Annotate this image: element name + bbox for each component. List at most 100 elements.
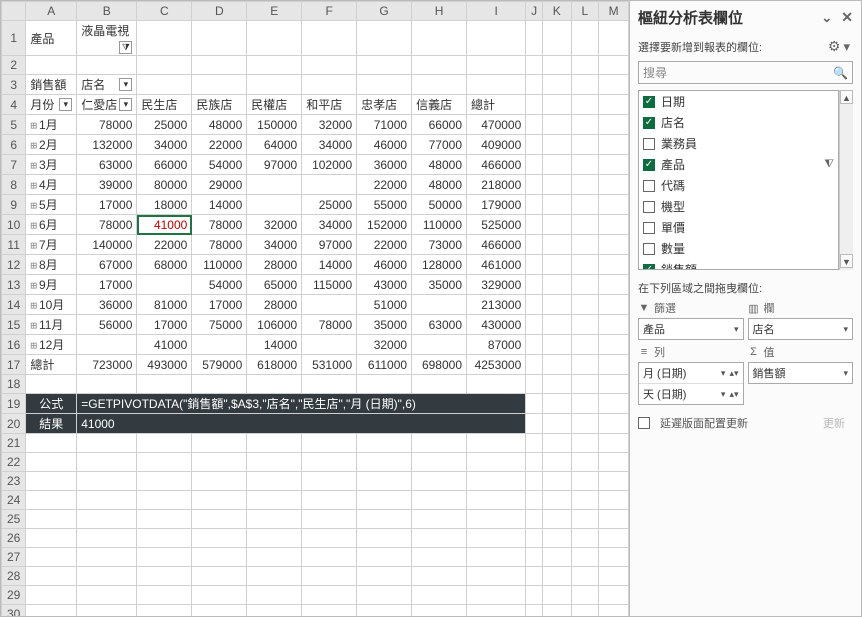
data-cell[interactable]: 18000 [137,195,192,215]
cell[interactable] [571,605,599,617]
cell[interactable] [571,75,599,95]
row-header[interactable]: 21 [2,434,26,453]
cell[interactable] [543,175,571,195]
data-cell[interactable]: 29000 [192,175,247,195]
cell[interactable] [137,586,192,605]
cell[interactable] [599,115,629,135]
row-header[interactable]: 30 [2,605,26,617]
column-label-cell[interactable]: 總計 [467,95,526,115]
cell[interactable] [599,605,629,617]
data-cell[interactable]: 22000 [357,175,412,195]
row-header[interactable]: 4 [2,95,26,115]
cell[interactable] [526,95,543,115]
field-checkbox[interactable]: ✓ [643,96,655,108]
cell[interactable] [26,529,77,548]
cell[interactable] [526,315,543,335]
cell[interactable] [543,295,571,315]
column-header[interactable]: G [357,2,412,21]
column-header[interactable]: H [412,2,467,21]
cell[interactable] [77,567,137,586]
field-item[interactable]: ✓ 店名 [639,112,838,133]
cell[interactable] [526,21,543,56]
data-cell[interactable]: 14000 [302,255,357,275]
pill-reorder-icon[interactable]: ▴▾ [729,368,738,379]
cell[interactable] [543,491,571,510]
cell[interactable] [543,472,571,491]
cell[interactable] [526,605,543,617]
cell[interactable] [26,605,77,617]
cell[interactable] [571,135,599,155]
column-header[interactable]: E [247,2,302,21]
cell[interactable] [302,586,357,605]
cell[interactable] [302,472,357,491]
cell[interactable] [543,56,571,75]
row-header[interactable]: 11 [2,235,26,255]
data-cell[interactable]: 25000 [137,115,192,135]
values-drop-zone[interactable]: 銷售額▾ [748,362,854,384]
column-label-cell[interactable]: 民族店 [192,95,247,115]
cell[interactable] [543,315,571,335]
data-cell[interactable]: 78000 [77,215,137,235]
cell[interactable] [192,548,247,567]
cell[interactable] [357,56,412,75]
cell[interactable] [247,567,302,586]
row-header[interactable]: 3 [2,75,26,95]
cell[interactable] [137,75,192,95]
cell[interactable] [412,548,467,567]
cell[interactable] [571,355,599,375]
close-icon[interactable]: ✕ [841,9,853,26]
cell[interactable] [543,453,571,472]
data-cell[interactable]: 43000 [357,275,412,295]
cell[interactable] [192,375,247,394]
data-cell[interactable] [302,175,357,195]
cell[interactable] [599,315,629,335]
column-header[interactable]: M [599,2,629,21]
cell[interactable] [247,586,302,605]
cell[interactable] [526,355,543,375]
cell[interactable] [526,195,543,215]
cell[interactable] [599,529,629,548]
gear-icon[interactable]: ⚙ [828,38,841,55]
cell[interactable] [137,605,192,617]
data-cell[interactable]: 73000 [412,235,467,255]
cell[interactable] [543,135,571,155]
cell[interactable] [77,434,137,453]
data-cell[interactable]: 39000 [77,175,137,195]
cell[interactable] [412,491,467,510]
cell[interactable] [599,195,629,215]
data-cell[interactable]: 22000 [357,235,412,255]
data-cell[interactable]: 78000 [192,235,247,255]
expand-icon[interactable]: ⊞ [30,219,37,232]
cell[interactable] [302,21,357,56]
row-header[interactable]: 20 [2,414,26,434]
column-label-cell[interactable]: 民權店 [247,95,302,115]
cell[interactable] [543,195,571,215]
cell[interactable] [192,605,247,617]
cell[interactable] [467,21,526,56]
cell[interactable] [526,155,543,175]
data-cell[interactable]: 28000 [247,255,302,275]
row-label-cell[interactable]: ⊞9月 [26,275,77,295]
row-label-cell[interactable]: ⊞6月 [26,215,77,235]
data-cell[interactable]: 723000 [77,355,137,375]
zone-pill[interactable]: 店名▾ [749,319,853,339]
cell[interactable] [526,453,543,472]
data-cell[interactable]: 55000 [357,195,412,215]
cell[interactable] [357,548,412,567]
cell[interactable] [467,375,526,394]
row-header[interactable]: 1 [2,21,26,56]
expand-icon[interactable]: ⊞ [30,179,37,192]
cell[interactable] [467,453,526,472]
field-item[interactable]: ✓ 日期 [639,91,838,112]
expand-icon[interactable]: ⊞ [30,299,37,312]
row-header[interactable]: 12 [2,255,26,275]
data-cell[interactable]: 97000 [302,235,357,255]
cell[interactable] [26,472,77,491]
row-label-cell[interactable]: ⊞3月 [26,155,77,175]
data-cell[interactable]: 14000 [247,335,302,355]
cell[interactable] [571,56,599,75]
column-header[interactable]: K [543,2,571,21]
cell[interactable] [599,491,629,510]
cell[interactable] [599,394,629,414]
cell[interactable] [571,21,599,56]
